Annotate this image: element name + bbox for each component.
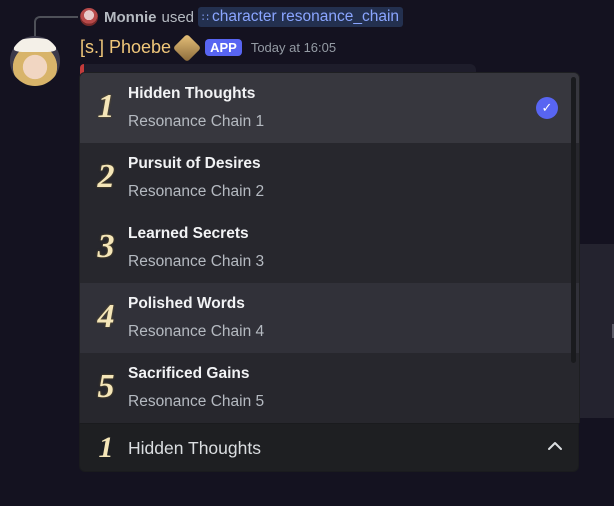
reply-spine	[34, 16, 78, 38]
option-number: 5	[97, 368, 115, 405]
option-number: 3	[97, 228, 115, 265]
option-number: 1	[97, 88, 115, 125]
avatar[interactable]	[10, 36, 60, 86]
option-description: Resonance Chain 1	[128, 113, 265, 130]
reply-avatar[interactable]	[80, 8, 98, 26]
reply-username[interactable]: Monnie	[104, 9, 157, 26]
menu-scrollbar[interactable]	[571, 77, 576, 363]
option-description: Resonance Chain 4	[128, 323, 265, 340]
selected-number: 1	[98, 431, 114, 464]
option-label: Polished Words	[128, 295, 245, 312]
reply-used-text: used	[161, 8, 195, 26]
command-name: character resonance_chain	[212, 8, 400, 25]
option-description: Resonance Chain 5	[128, 393, 265, 410]
select-option-2[interactable]: 2 Pursuit of Desires Resonance Chain 2	[80, 143, 579, 213]
select-option-1[interactable]: 1 Hidden Thoughts Resonance Chain 1 ✓	[80, 73, 579, 143]
select-menu[interactable]: 1 Hidden Thoughts	[79, 423, 579, 472]
option-label: Sacrificed Gains	[128, 365, 250, 382]
option-description: Resonance Chain 3	[128, 253, 265, 270]
guild-tag-icon[interactable]	[172, 33, 202, 62]
app-badge: APP	[205, 39, 242, 56]
embed-side-panel	[578, 244, 614, 418]
checkmark-icon: ✓	[536, 97, 558, 119]
selected-value: Hidden Thoughts	[128, 438, 261, 458]
author-row: [s.] Phoebe APP Today at 16:05	[80, 33, 336, 62]
command-mention[interactable]: ∷ character resonance_chain	[198, 7, 404, 27]
chevron-up-icon[interactable]	[546, 437, 564, 455]
option-label: Hidden Thoughts	[128, 85, 256, 102]
select-option-3[interactable]: 3 Learned Secrets Resonance Chain 3	[80, 213, 579, 283]
option-label: Learned Secrets	[128, 225, 249, 242]
timestamp[interactable]: Today at 16:05	[251, 40, 336, 55]
option-number: 2	[97, 158, 115, 195]
option-description: Resonance Chain 2	[128, 183, 265, 200]
select-option-5[interactable]: 5 Sacrificed Gains Resonance Chain 5	[80, 353, 579, 423]
option-label: Pursuit of Desires	[128, 155, 261, 172]
select-option-4[interactable]: 4 Polished Words Resonance Chain 4	[80, 283, 579, 353]
option-number: 4	[97, 298, 115, 335]
select-menu-dropdown: 1 Hidden Thoughts Resonance Chain 1 ✓ 2 …	[79, 72, 580, 423]
reply-header[interactable]: Monnie used ∷ character resonance_chain	[80, 6, 404, 28]
slash-command-icon: ∷	[202, 11, 209, 24]
avatar-hat	[14, 38, 56, 52]
author-name[interactable]: [s.] Phoebe	[80, 37, 171, 58]
